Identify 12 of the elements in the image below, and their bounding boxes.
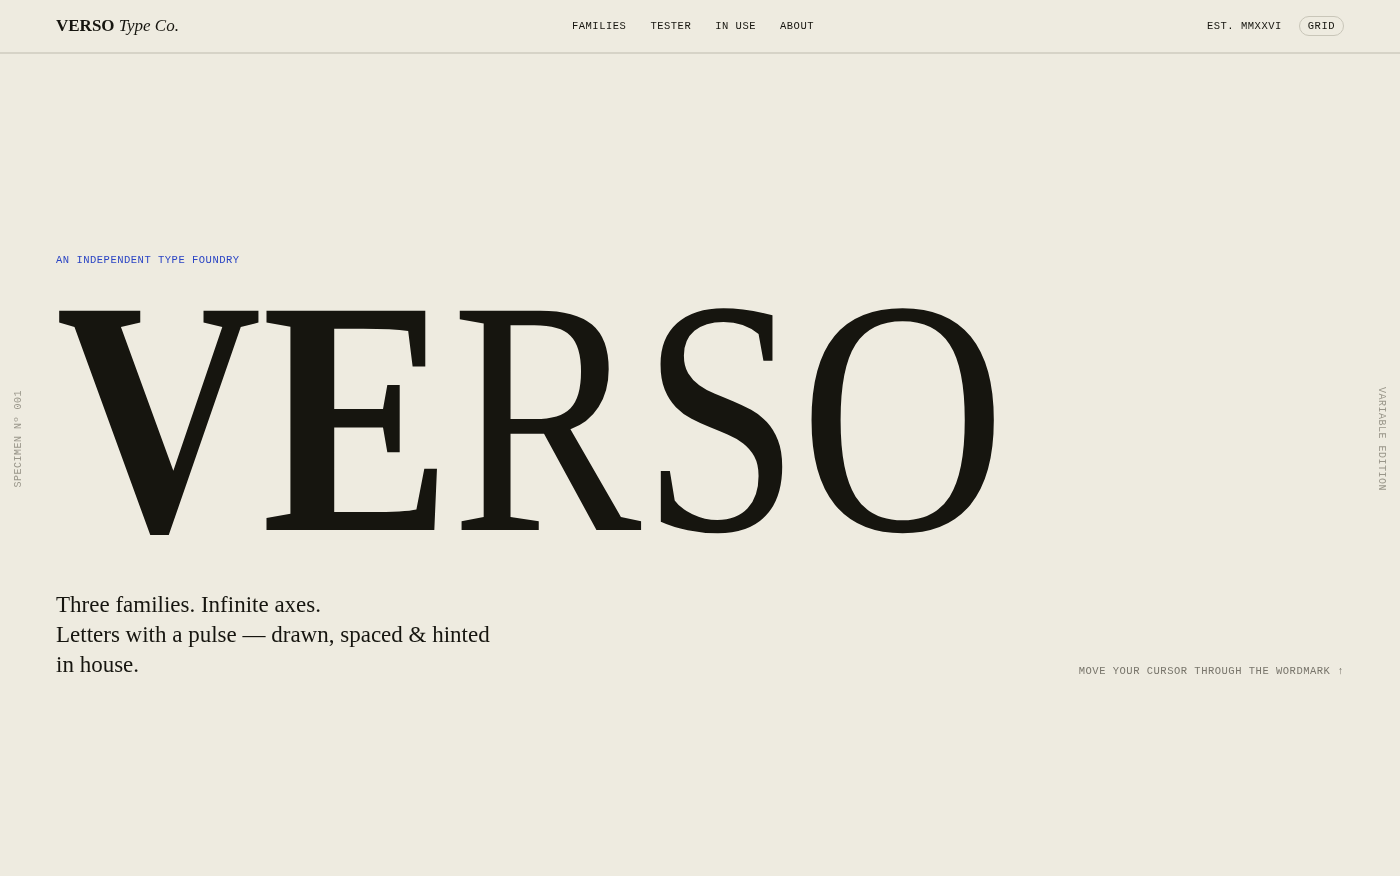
side-label: VARIABLE EDITION	[1375, 387, 1387, 491]
side-label: SPECIMEN Nº 001	[12, 390, 25, 488]
description-text: Three families. Infinite axes. Letters with a pulse — drawn, spaced & hinted in house.	[56, 590, 491, 679]
nav-link[interactable]: TESTER	[650, 19, 692, 33]
logo[interactable]: VERSO Type Co.	[56, 15, 179, 37]
eyebrow-text: AN INDEPENDENT TYPE FOUNDRY	[56, 253, 240, 267]
nav-link[interactable]: ABOUT	[780, 19, 815, 33]
nav-link[interactable]: FAMILIES	[571, 19, 627, 33]
established-label: EST. MMXXVI	[1206, 19, 1282, 33]
hint-text: MOVE YOUR CURSOR THROUGH THE WORDMARK ↑	[1078, 663, 1344, 678]
wordmark: VERSO	[56, 290, 1006, 545]
nav-link[interactable]: IN USE	[715, 19, 756, 33]
